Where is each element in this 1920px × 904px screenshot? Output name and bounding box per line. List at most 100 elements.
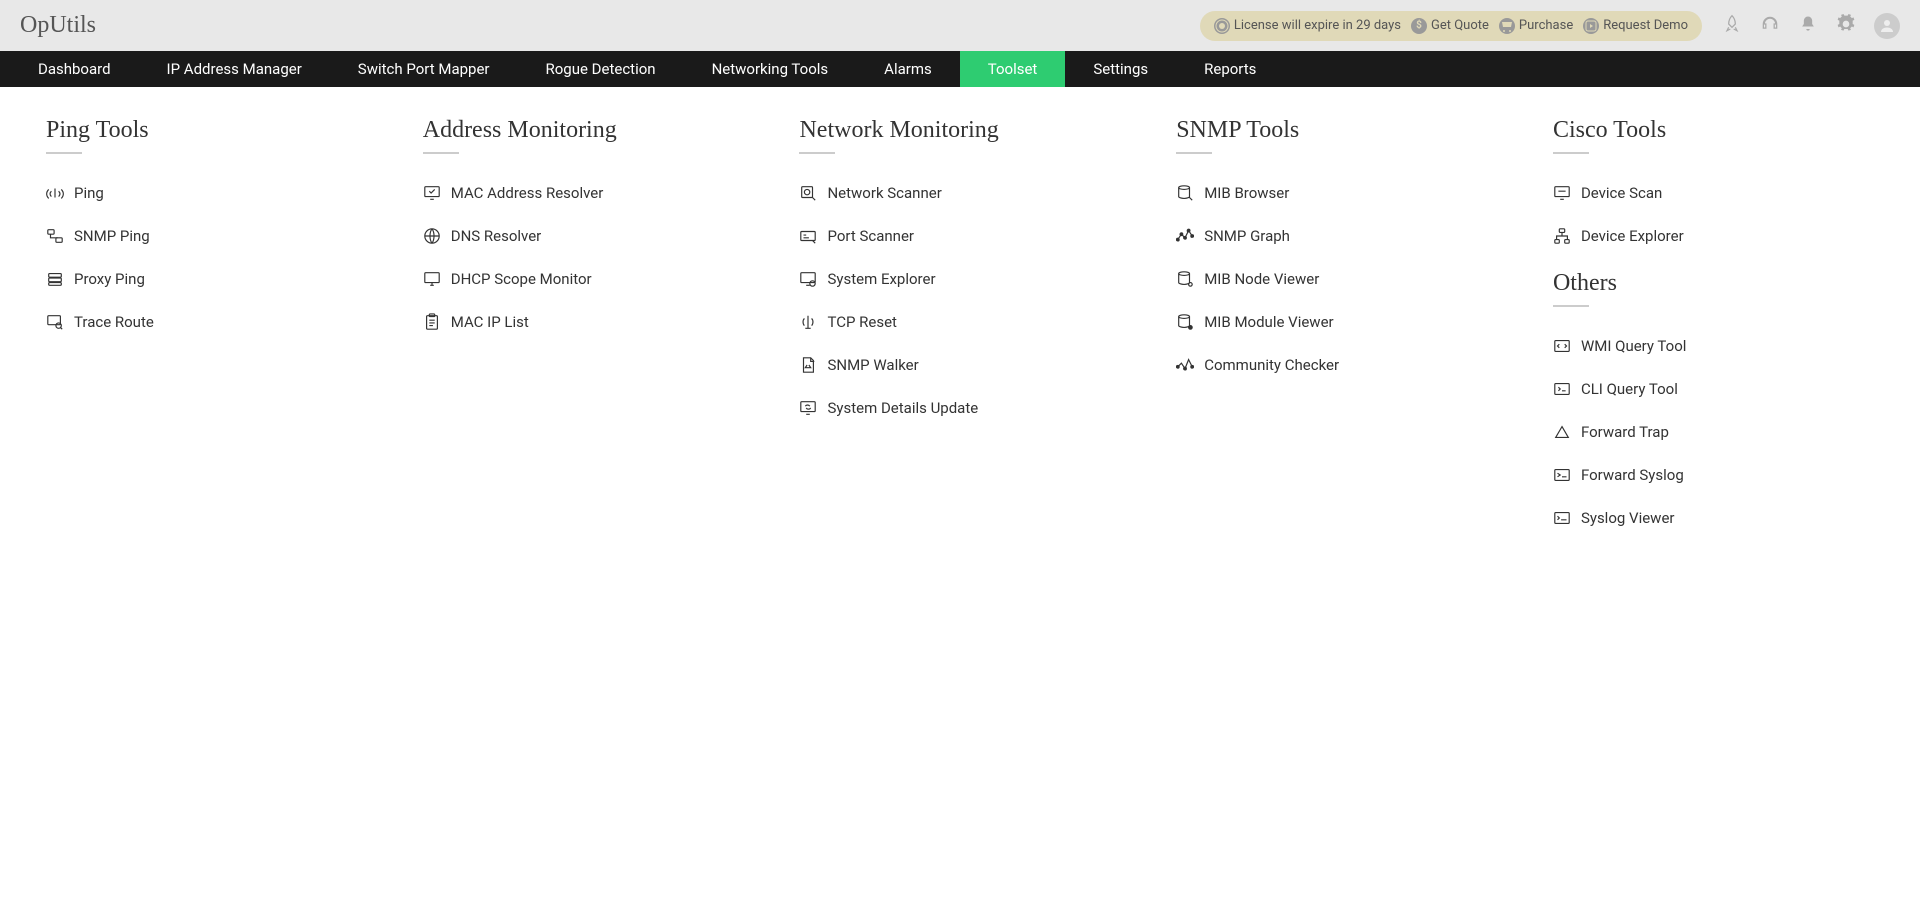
tool-label: MIB Module Viewer bbox=[1204, 313, 1333, 331]
address-list: MAC Address Resolver DNS Resolver DHCP S… bbox=[423, 184, 780, 331]
get-quote-link[interactable]: $ Get Quote bbox=[1411, 18, 1489, 34]
tool-snmp-walker[interactable]: SNMP Walker bbox=[799, 356, 1156, 374]
license-expiry[interactable]: License will expire in 29 days bbox=[1214, 18, 1401, 34]
tool-forward-syslog[interactable]: Forward Syslog bbox=[1553, 466, 1874, 484]
tool-snmp-ping[interactable]: SNMP Ping bbox=[46, 227, 403, 245]
nav-rogue[interactable]: Rogue Detection bbox=[518, 51, 684, 87]
network-icon bbox=[46, 227, 64, 245]
tool-label: Forward Trap bbox=[1581, 423, 1669, 441]
port-icon bbox=[799, 227, 817, 245]
tool-network-scanner[interactable]: Network Scanner bbox=[799, 184, 1156, 202]
badge-icon bbox=[1214, 18, 1230, 34]
request-demo-link[interactable]: Request Demo bbox=[1583, 18, 1688, 34]
terminal-box-icon bbox=[1553, 380, 1571, 398]
cisco-title: Cisco Tools bbox=[1553, 117, 1874, 144]
address-title: Address Monitoring bbox=[423, 117, 780, 144]
ping-list: Ping SNMP Ping Proxy Ping Trace Route bbox=[46, 184, 403, 331]
tool-label: SNMP Graph bbox=[1204, 227, 1290, 245]
col-ping: Ping Tools Ping SNMP Ping Proxy Ping Tra… bbox=[46, 117, 403, 552]
tool-system-explorer[interactable]: System Explorer bbox=[799, 270, 1156, 288]
tool-label: System Explorer bbox=[827, 270, 935, 288]
tool-cli-query[interactable]: CLI Query Tool bbox=[1553, 380, 1874, 398]
purchase-link[interactable]: Purchase bbox=[1499, 18, 1573, 34]
tool-mib-node-viewer[interactable]: MIB Node Viewer bbox=[1176, 270, 1533, 288]
underline bbox=[1176, 152, 1212, 154]
database-search-icon bbox=[1176, 184, 1194, 202]
tool-system-details-update[interactable]: System Details Update bbox=[799, 399, 1156, 417]
tool-dhcp-scope[interactable]: DHCP Scope Monitor bbox=[423, 270, 780, 288]
underline bbox=[46, 152, 82, 154]
underline bbox=[1553, 305, 1589, 307]
tool-device-scan[interactable]: Device Scan bbox=[1553, 184, 1874, 202]
globe-icon bbox=[423, 227, 441, 245]
database-module-icon bbox=[1176, 313, 1194, 331]
rocket-icon[interactable] bbox=[1722, 14, 1742, 38]
log-icon bbox=[1553, 509, 1571, 527]
cisco-list: Device Scan Device Explorer bbox=[1553, 184, 1874, 245]
col-cisco-others: Cisco Tools Device Scan Device Explorer … bbox=[1553, 117, 1874, 552]
others-list: WMI Query Tool CLI Query Tool Forward Tr… bbox=[1553, 337, 1874, 527]
nav-settings[interactable]: Settings bbox=[1065, 51, 1176, 87]
tool-label: WMI Query Tool bbox=[1581, 337, 1686, 355]
tool-mib-browser[interactable]: MIB Browser bbox=[1176, 184, 1533, 202]
antenna-icon bbox=[799, 313, 817, 331]
tool-label: Community Checker bbox=[1204, 356, 1339, 374]
nav-alarms[interactable]: Alarms bbox=[856, 51, 960, 87]
tool-label: Trace Route bbox=[74, 313, 154, 331]
top-bar: OpUtils License will expire in 29 days $… bbox=[0, 0, 1920, 51]
tool-ping[interactable]: Ping bbox=[46, 184, 403, 202]
tool-label: Proxy Ping bbox=[74, 270, 145, 288]
scan-icon bbox=[799, 184, 817, 202]
tool-device-explorer[interactable]: Device Explorer bbox=[1553, 227, 1874, 245]
tool-label: Syslog Viewer bbox=[1581, 509, 1675, 527]
monitor-refresh-icon bbox=[799, 399, 817, 417]
nav-ipam[interactable]: IP Address Manager bbox=[139, 51, 330, 87]
tool-label: DNS Resolver bbox=[451, 227, 542, 245]
tool-dns-resolver[interactable]: DNS Resolver bbox=[423, 227, 780, 245]
user-avatar[interactable] bbox=[1874, 13, 1900, 39]
license-pill: License will expire in 29 days $ Get Quo… bbox=[1200, 11, 1702, 41]
nav-nettools[interactable]: Networking Tools bbox=[684, 51, 857, 87]
nav-reports[interactable]: Reports bbox=[1176, 51, 1284, 87]
tool-label: Forward Syslog bbox=[1581, 466, 1684, 484]
snmp-list: MIB Browser SNMP Graph MIB Node Viewer M… bbox=[1176, 184, 1533, 374]
tool-label: Network Scanner bbox=[827, 184, 941, 202]
underline bbox=[799, 152, 835, 154]
bell-icon[interactable] bbox=[1798, 14, 1818, 38]
tool-forward-trap[interactable]: Forward Trap bbox=[1553, 423, 1874, 441]
snmp-title: SNMP Tools bbox=[1176, 117, 1533, 144]
nav-toolset[interactable]: Toolset bbox=[960, 51, 1066, 87]
tool-community-checker[interactable]: Community Checker bbox=[1176, 356, 1533, 374]
headset-icon[interactable] bbox=[1760, 14, 1780, 38]
dollar-icon: $ bbox=[1411, 18, 1427, 34]
underline bbox=[423, 152, 459, 154]
server-icon bbox=[46, 270, 64, 288]
tool-label: Device Scan bbox=[1581, 184, 1662, 202]
device-tree-icon bbox=[1553, 227, 1571, 245]
tool-syslog-viewer[interactable]: Syslog Viewer bbox=[1553, 509, 1874, 527]
tool-tcp-reset[interactable]: TCP Reset bbox=[799, 313, 1156, 331]
clipboard-icon bbox=[423, 313, 441, 331]
request-demo-label: Request Demo bbox=[1603, 18, 1688, 33]
tool-mib-module-viewer[interactable]: MIB Module Viewer bbox=[1176, 313, 1533, 331]
tool-label: DHCP Scope Monitor bbox=[451, 270, 592, 288]
tool-label: Device Explorer bbox=[1581, 227, 1684, 245]
tool-label: SNMP Ping bbox=[74, 227, 150, 245]
tool-mac-ip-list[interactable]: MAC IP List bbox=[423, 313, 780, 331]
tool-label: MAC IP List bbox=[451, 313, 529, 331]
tool-label: MAC Address Resolver bbox=[451, 184, 604, 202]
tool-label: System Details Update bbox=[827, 399, 978, 417]
tool-proxy-ping[interactable]: Proxy Ping bbox=[46, 270, 403, 288]
tool-wmi-query[interactable]: WMI Query Tool bbox=[1553, 337, 1874, 355]
monitor-scan-icon bbox=[1553, 184, 1571, 202]
tool-trace-route[interactable]: Trace Route bbox=[46, 313, 403, 331]
gear-icon[interactable] bbox=[1836, 14, 1856, 38]
nav-dashboard[interactable]: Dashboard bbox=[10, 51, 139, 87]
tool-label: Port Scanner bbox=[827, 227, 914, 245]
tool-mac-resolver[interactable]: MAC Address Resolver bbox=[423, 184, 780, 202]
tool-label: SNMP Walker bbox=[827, 356, 918, 374]
tool-port-scanner[interactable]: Port Scanner bbox=[799, 227, 1156, 245]
nav-spm[interactable]: Switch Port Mapper bbox=[330, 51, 518, 87]
purchase-label: Purchase bbox=[1519, 18, 1573, 33]
tool-snmp-graph[interactable]: SNMP Graph bbox=[1176, 227, 1533, 245]
